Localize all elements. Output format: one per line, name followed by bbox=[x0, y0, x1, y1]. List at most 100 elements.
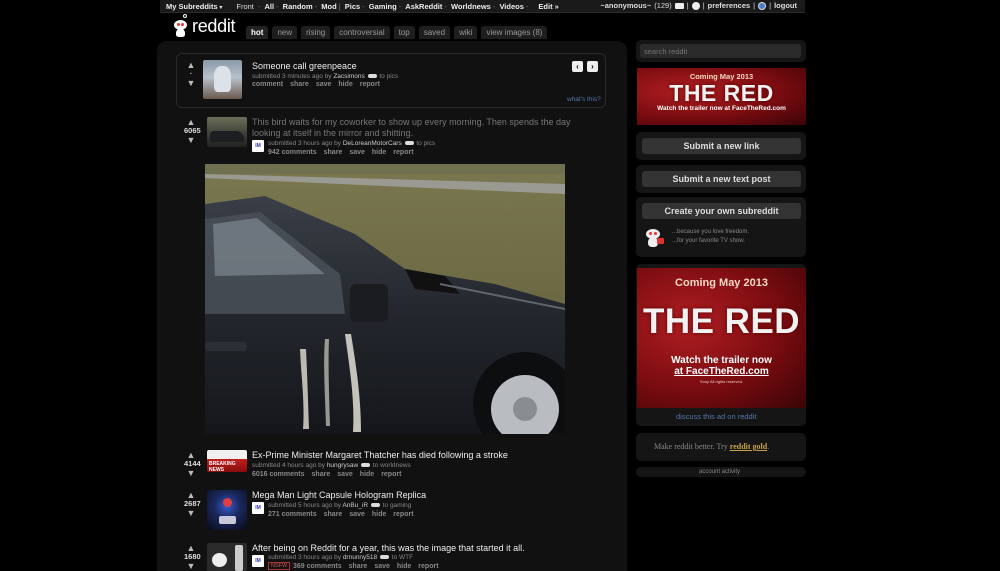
spotlight-vote: ▲ · ▼ bbox=[184, 61, 198, 88]
username-link[interactable]: ~anonymous~ bbox=[600, 1, 651, 10]
upvote-arrow-icon[interactable]: ▲ bbox=[184, 451, 198, 460]
save-button[interactable]: save bbox=[349, 511, 365, 518]
tab-wiki[interactable]: wiki bbox=[454, 26, 478, 39]
sr-link-askreddit[interactable]: AskReddit bbox=[405, 2, 442, 11]
post-thumbnail[interactable]: BREAKING NEWS bbox=[207, 450, 247, 472]
create-tagline-2: ...for your favorite TV show. bbox=[672, 238, 745, 244]
author-link[interactable]: drnunny518 bbox=[343, 554, 377, 561]
share-button[interactable]: share bbox=[324, 511, 343, 518]
create-subreddit-button[interactable]: Create your own subreddit bbox=[642, 203, 801, 219]
create-tagline-1: ...because you love freedom. bbox=[672, 229, 750, 235]
author-link[interactable]: AnBu_iR bbox=[342, 502, 368, 509]
save-button[interactable]: save bbox=[349, 149, 365, 156]
account-activity-link[interactable]: account activity bbox=[699, 469, 740, 475]
post-thumbnail[interactable] bbox=[207, 490, 247, 530]
share-button[interactable]: share bbox=[290, 81, 309, 88]
author-link[interactable]: Zacsimons bbox=[333, 73, 364, 80]
tab-rising[interactable]: rising bbox=[301, 26, 331, 39]
sr-link-videos[interactable]: Videos bbox=[499, 2, 523, 11]
tab-view-images[interactable]: view images (8) bbox=[481, 26, 548, 39]
tab-hot[interactable]: hot bbox=[246, 26, 269, 39]
report-button[interactable]: report bbox=[381, 471, 401, 478]
ad-banner-large[interactable]: Coming May 2013 THE RED Watch the traile… bbox=[637, 268, 806, 408]
post-title[interactable]: Mega Man Light Capsule Hologram Replica bbox=[252, 490, 426, 500]
submit-text-button[interactable]: Submit a new text post bbox=[642, 171, 801, 187]
comments-link[interactable]: 369 comments bbox=[293, 563, 342, 570]
ad-trailer: Watch the trailer now at FaceTheRed.com bbox=[657, 105, 786, 112]
tab-new[interactable]: new bbox=[272, 26, 298, 39]
spotlight-next-button[interactable]: › bbox=[587, 61, 598, 72]
author-link[interactable]: DeLoreanMotorCars bbox=[343, 140, 402, 147]
comments-link[interactable]: 6016 comments bbox=[252, 471, 305, 478]
save-button[interactable]: save bbox=[337, 471, 353, 478]
sr-link-gaming[interactable]: Gaming bbox=[369, 2, 397, 11]
hide-button[interactable]: hide bbox=[372, 511, 386, 518]
user-menu: ~anonymous~ (129) | | preferences | | lo… bbox=[600, 1, 797, 10]
save-button[interactable]: save bbox=[374, 563, 390, 570]
upvote-arrow-icon[interactable]: ▲ bbox=[184, 544, 198, 553]
ad-banner-small[interactable]: Coming May 2013 THE RED Watch the traile… bbox=[637, 68, 806, 125]
report-button[interactable]: report bbox=[418, 563, 438, 570]
downvote-arrow-icon[interactable]: ▼ bbox=[184, 509, 198, 518]
sr-link-random[interactable]: Random bbox=[283, 2, 313, 11]
sr-link-front[interactable]: Front bbox=[236, 2, 254, 11]
hide-button[interactable]: hide bbox=[338, 81, 352, 88]
post-title-line2[interactable]: looking at itself in the mirror and shit… bbox=[252, 128, 413, 138]
spotlight-prev-button[interactable]: ‹ bbox=[572, 61, 583, 72]
imgur-source-icon[interactable]: IM bbox=[252, 555, 264, 567]
submit-link-button[interactable]: Submit a new link bbox=[642, 138, 801, 154]
sr-link-all[interactable]: All bbox=[264, 2, 274, 11]
share-button[interactable]: share bbox=[349, 563, 368, 570]
post-title[interactable]: This bird waits for my coworker to show … bbox=[252, 117, 570, 127]
post-thumbnail[interactable] bbox=[207, 117, 247, 147]
upvote-arrow-icon[interactable]: ▲ bbox=[184, 61, 198, 70]
tab-top[interactable]: top bbox=[393, 26, 415, 39]
save-button[interactable]: save bbox=[316, 81, 332, 88]
report-button[interactable]: report bbox=[393, 511, 413, 518]
report-button[interactable]: report bbox=[360, 81, 380, 88]
snoo-mascot-icon bbox=[643, 226, 665, 248]
sr-link-mod[interactable]: Mod bbox=[321, 2, 336, 11]
sr-link-worldnews[interactable]: Worldnews bbox=[451, 2, 491, 11]
report-button[interactable]: report bbox=[393, 149, 413, 156]
tab-saved[interactable]: saved bbox=[418, 26, 451, 39]
imgur-source-icon[interactable]: IM bbox=[252, 502, 264, 514]
comments-link[interactable]: 942 comments bbox=[268, 149, 317, 156]
hide-button[interactable]: hide bbox=[360, 471, 374, 478]
comments-link[interactable]: 271 comments bbox=[268, 511, 317, 518]
upvote-arrow-icon[interactable]: ▲ bbox=[184, 118, 198, 127]
alien-icon[interactable] bbox=[691, 1, 700, 10]
post-thumbnail[interactable] bbox=[207, 543, 247, 571]
preferences-link[interactable]: preferences bbox=[708, 1, 751, 10]
mail-icon[interactable] bbox=[674, 2, 684, 9]
share-button[interactable]: share bbox=[312, 471, 331, 478]
reddit-logo[interactable]: reddit bbox=[172, 14, 236, 38]
reddit-gold-link[interactable]: reddit gold bbox=[730, 442, 767, 451]
author-link[interactable]: hungrysaw bbox=[327, 462, 358, 469]
spotlight-title[interactable]: Someone call greenpeace bbox=[252, 61, 357, 71]
discuss-ad-link[interactable]: discuss this ad on reddit bbox=[676, 412, 756, 421]
edit-subreddits-link[interactable]: Edit » bbox=[538, 2, 558, 11]
karma-count: (129) bbox=[654, 1, 672, 10]
downvote-arrow-icon[interactable]: ▼ bbox=[184, 136, 198, 145]
my-subreddits-dropdown[interactable]: My Subreddits bbox=[166, 2, 222, 11]
post-title[interactable]: After being on Reddit for a year, this w… bbox=[252, 543, 525, 553]
whats-this-link[interactable]: what's this? bbox=[567, 96, 601, 103]
hide-button[interactable]: hide bbox=[372, 149, 386, 156]
share-button[interactable]: share bbox=[324, 149, 343, 156]
post-title[interactable]: Ex-Prime Minister Margaret Thatcher has … bbox=[252, 450, 508, 460]
downvote-arrow-icon[interactable]: ▼ bbox=[184, 562, 198, 571]
settings-icon[interactable] bbox=[758, 1, 767, 10]
comment-button[interactable]: comment bbox=[252, 81, 283, 88]
tab-controversial[interactable]: controversial bbox=[334, 26, 390, 39]
hide-button[interactable]: hide bbox=[397, 563, 411, 570]
downvote-arrow-icon[interactable]: ▼ bbox=[184, 469, 198, 478]
downvote-arrow-icon[interactable]: ▼ bbox=[184, 79, 198, 88]
search-input[interactable] bbox=[640, 44, 801, 58]
sr-link-pics[interactable]: Pics bbox=[345, 2, 360, 11]
expanded-post-image[interactable] bbox=[205, 164, 565, 434]
logout-link[interactable]: logout bbox=[774, 1, 797, 10]
imgur-source-icon[interactable]: IM bbox=[252, 140, 264, 152]
upvote-arrow-icon[interactable]: ▲ bbox=[184, 491, 198, 500]
spotlight-thumbnail[interactable] bbox=[203, 60, 242, 99]
